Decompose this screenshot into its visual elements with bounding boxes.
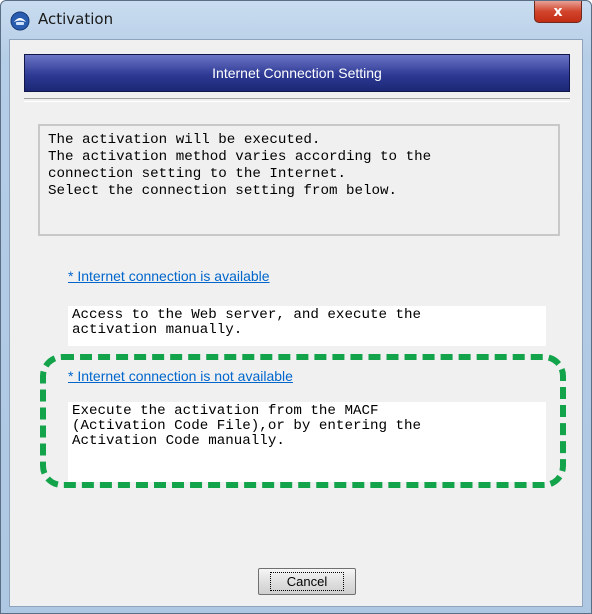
cancel-button[interactable]: Cancel	[258, 568, 356, 595]
message-line: The activation method varies according t…	[48, 149, 432, 165]
description-line: (Activation Code File),or by entering th…	[72, 418, 422, 434]
description-line: Activation Code manually.	[72, 433, 285, 449]
app-icon	[10, 11, 30, 31]
header-divider	[24, 98, 570, 102]
title-bar[interactable]: Activation x	[1, 1, 591, 39]
internet-not-available-description: Execute the activation from the MACF (Ac…	[68, 402, 546, 482]
section-header-title: Internet Connection Setting	[212, 65, 382, 81]
description-line: Execute the activation from the MACF	[72, 403, 379, 419]
cancel-button-label: Cancel	[269, 572, 345, 591]
internet-available-link[interactable]: * Internet connection is available	[68, 268, 270, 284]
message-line: The activation will be executed.	[48, 132, 321, 148]
description-line: Access to the Web server, and execute th…	[72, 307, 422, 323]
message-box: The activation will be executed. The act…	[38, 124, 560, 236]
close-button[interactable]: x	[534, 1, 582, 23]
internet-available-description: Access to the Web server, and execute th…	[68, 306, 546, 346]
window-title: Activation	[38, 10, 114, 28]
message-line: Select the connection setting from below…	[48, 183, 398, 199]
message-line: connection setting to the Internet.	[48, 166, 346, 182]
dialog-body: Internet Connection Setting The activati…	[9, 39, 583, 607]
close-icon: x	[553, 3, 563, 20]
description-line: activation manually.	[72, 322, 243, 338]
internet-not-available-link[interactable]: * Internet connection is not available	[68, 368, 293, 384]
activation-window: Activation x Internet Connection Setting…	[0, 0, 592, 614]
section-header: Internet Connection Setting	[24, 54, 570, 92]
